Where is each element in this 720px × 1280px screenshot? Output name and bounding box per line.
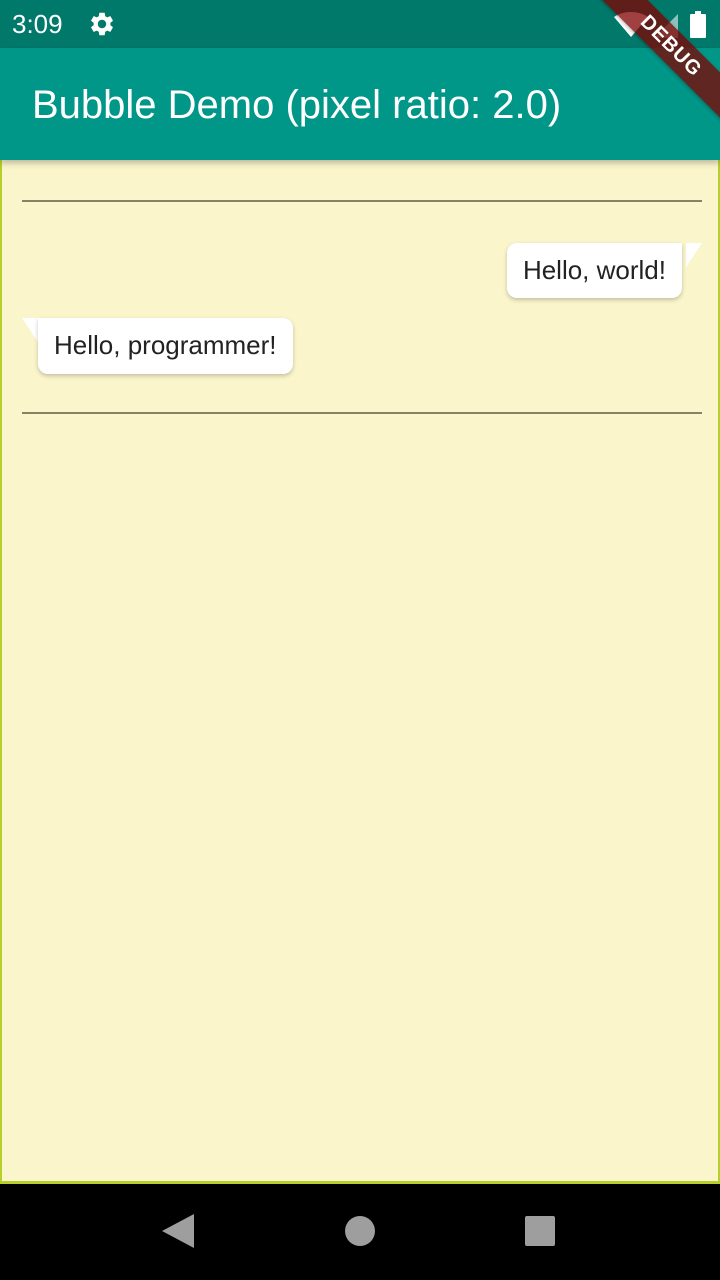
home-icon[interactable]	[345, 1216, 375, 1246]
bubble-tail-right-icon	[686, 243, 702, 267]
status-bar: 3:09	[0, 0, 720, 48]
app-bar: Bubble Demo (pixel ratio: 2.0)	[0, 48, 720, 160]
battery-icon	[690, 11, 706, 38]
back-icon[interactable]	[162, 1214, 194, 1248]
page-title: Bubble Demo (pixel ratio: 2.0)	[32, 83, 562, 127]
system-navigation-bar	[0, 1184, 720, 1280]
phone-screen: Hello, world! Hello, programmer! 3:09 Bu…	[0, 0, 720, 1280]
recents-icon[interactable]	[525, 1216, 555, 1246]
top-divider	[22, 200, 702, 202]
gear-icon	[91, 12, 113, 36]
message-text: Hello, programmer!	[54, 330, 277, 360]
message-bubble-incoming[interactable]: Hello, programmer!	[38, 318, 293, 374]
app-content-area: Hello, world! Hello, programmer!	[0, 0, 720, 1184]
message-bubble-outgoing[interactable]: Hello, world!	[506, 243, 682, 298]
bubble-tail-left-icon	[22, 318, 38, 342]
signal-icon	[654, 14, 678, 38]
status-time: 3:09	[12, 9, 63, 39]
wifi-icon	[614, 12, 648, 37]
message-text: Hello, world!	[522, 255, 666, 285]
bottom-divider	[22, 412, 702, 414]
